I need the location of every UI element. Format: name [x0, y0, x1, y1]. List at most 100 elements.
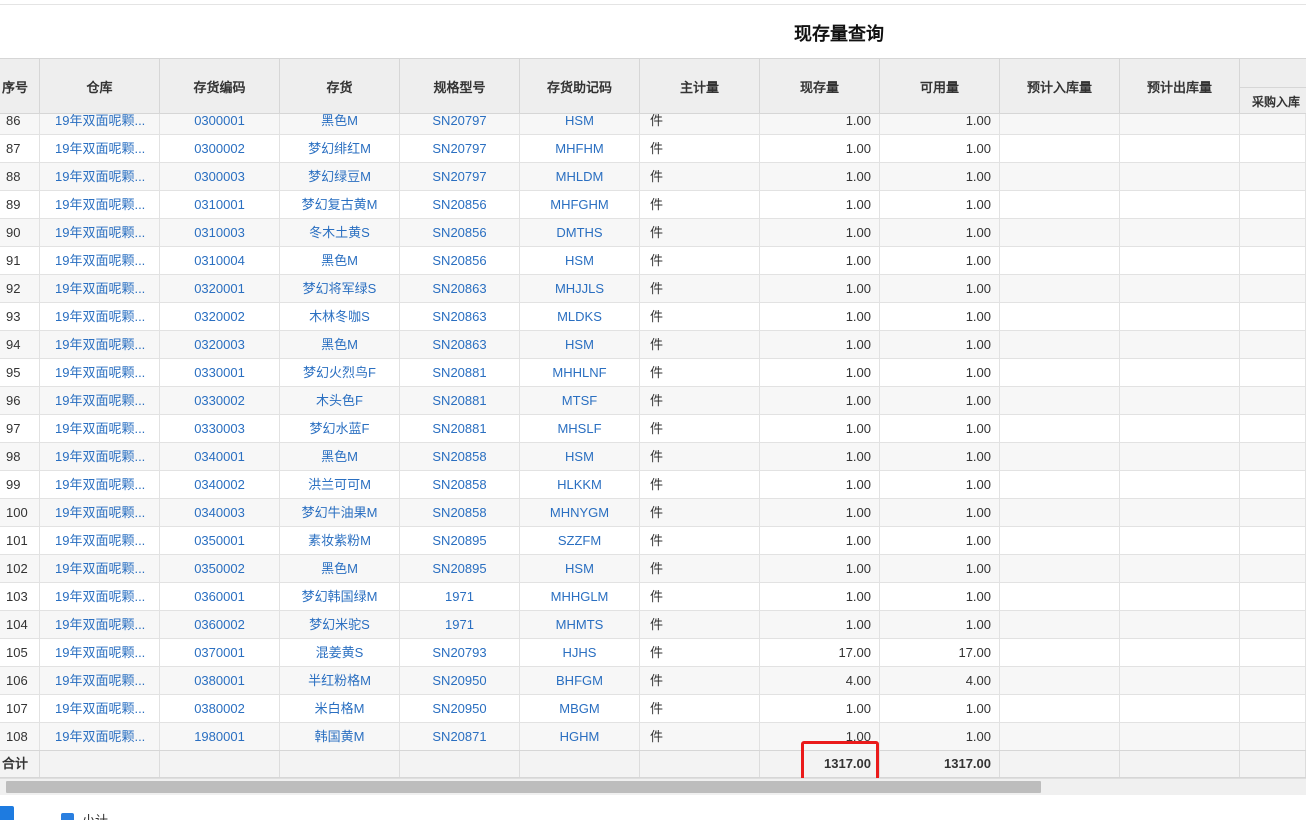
table-row[interactable]: 101 19年双面呢颗... 0350001 素妆紫粉M SN20895 SZZFM 件 1.…: [0, 527, 1306, 555]
cell-warehouse-link[interactable]: 19年双面呢颗...: [40, 275, 160, 302]
table-row[interactable]: 98 19年双面呢颗... 0340001 黑色M SN20858 HSM 件 1.00 1.0…: [0, 443, 1306, 471]
cell-warehouse-link[interactable]: 19年双面呢颗...: [40, 247, 160, 274]
cell-code-link[interactable]: 0320003: [160, 331, 280, 358]
cell-name-link[interactable]: 韩国黄M: [280, 723, 400, 750]
cell-name-link[interactable]: 梦幻绯红M: [280, 135, 400, 162]
cell-name-link[interactable]: 冬木土黄S: [280, 219, 400, 246]
col-header-on-hand[interactable]: 现存量: [760, 59, 880, 114]
cell-code-link[interactable]: 0300001: [160, 114, 280, 134]
cell-code-link[interactable]: 0360001: [160, 583, 280, 610]
col-header-available[interactable]: 可用量: [880, 59, 1000, 114]
cell-name-link[interactable]: 梦幻将军绿S: [280, 275, 400, 302]
cell-warehouse-link[interactable]: 19年双面呢颗...: [40, 191, 160, 218]
table-row[interactable]: 86 19年双面呢颗... 0300001 黑色M SN20797 HSM 件 1.00 1.0…: [0, 114, 1306, 135]
cell-name-link[interactable]: 梦幻牛油果M: [280, 499, 400, 526]
cell-name-link[interactable]: 米白格M: [280, 695, 400, 722]
table-row[interactable]: 103 19年双面呢颗... 0360001 梦幻韩国绿M 1971 MHHGLM 件 1.0…: [0, 583, 1306, 611]
table-row[interactable]: 93 19年双面呢颗... 0320002 木林冬咖S SN20863 MLDKS 件 1.0…: [0, 303, 1306, 331]
cell-warehouse-link[interactable]: 19年双面呢颗...: [40, 667, 160, 694]
cell-code-link[interactable]: 0310001: [160, 191, 280, 218]
cell-code-link[interactable]: 0340002: [160, 471, 280, 498]
col-header-expected-out[interactable]: 预计出库量: [1120, 59, 1240, 114]
cell-code-link[interactable]: 0330001: [160, 359, 280, 386]
cell-warehouse-link[interactable]: 19年双面呢颗...: [40, 415, 160, 442]
col-header-warehouse[interactable]: 仓库: [40, 59, 160, 114]
col-header-code[interactable]: 存货编码: [160, 59, 280, 114]
cell-warehouse-link[interactable]: 19年双面呢颗...: [40, 219, 160, 246]
table-row[interactable]: 100 19年双面呢颗... 0340003 梦幻牛油果M SN20858 MHNYGM 件…: [0, 499, 1306, 527]
table-row[interactable]: 95 19年双面呢颗... 0330001 梦幻火烈鸟F SN20881 MHHLNF 件 1…: [0, 359, 1306, 387]
table-row[interactable]: 106 19年双面呢颗... 0380001 半红粉格M SN20950 BHFGM 件 4.…: [0, 667, 1306, 695]
table-row[interactable]: 97 19年双面呢颗... 0330003 梦幻水蓝F SN20881 MHSLF 件 1.0…: [0, 415, 1306, 443]
table-row[interactable]: 102 19年双面呢颗... 0350002 黑色M SN20895 HSM 件 1.00 1.…: [0, 555, 1306, 583]
cell-name-link[interactable]: 黑色M: [280, 247, 400, 274]
table-row[interactable]: 91 19年双面呢颗... 0310004 黑色M SN20856 HSM 件 1.00 1.0…: [0, 247, 1306, 275]
cell-code-link[interactable]: 0360002: [160, 611, 280, 638]
cell-name-link[interactable]: 木头色F: [280, 387, 400, 414]
table-row[interactable]: 99 19年双面呢颗... 0340002 洪兰可可M SN20858 HLKKM 件 1.0…: [0, 471, 1306, 499]
col-header-unit[interactable]: 主计量: [640, 59, 760, 114]
cell-warehouse-link[interactable]: 19年双面呢颗...: [40, 499, 160, 526]
cell-code-link[interactable]: 0350002: [160, 555, 280, 582]
col-header-expected-in[interactable]: 预计入库量: [1000, 59, 1120, 114]
cell-code-link[interactable]: 0310004: [160, 247, 280, 274]
col-header-mnemonic[interactable]: 存货助记码: [520, 59, 640, 114]
table-row[interactable]: 88 19年双面呢颗... 0300003 梦幻绿豆M SN20797 MHLDM 件 1.0…: [0, 163, 1306, 191]
cell-warehouse-link[interactable]: 19年双面呢颗...: [40, 611, 160, 638]
cell-code-link[interactable]: 0320002: [160, 303, 280, 330]
cell-name-link[interactable]: 黑色M: [280, 114, 400, 134]
table-row[interactable]: 104 19年双面呢颗... 0360002 梦幻米驼S 1971 MHMTS 件 1.00 1…: [0, 611, 1306, 639]
cell-name-link[interactable]: 梦幻火烈鸟F: [280, 359, 400, 386]
cell-warehouse-link[interactable]: 19年双面呢颗...: [40, 695, 160, 722]
cell-code-link[interactable]: 0380002: [160, 695, 280, 722]
cell-warehouse-link[interactable]: 19年双面呢颗...: [40, 331, 160, 358]
cell-warehouse-link[interactable]: 19年双面呢颗...: [40, 387, 160, 414]
cell-code-link[interactable]: 1980001: [160, 723, 280, 750]
cell-name-link[interactable]: 梦幻水蓝F: [280, 415, 400, 442]
cell-warehouse-link[interactable]: 19年双面呢颗...: [40, 583, 160, 610]
cell-warehouse-link[interactable]: 19年双面呢颗...: [40, 163, 160, 190]
cell-name-link[interactable]: 黑色M: [280, 331, 400, 358]
cell-name-link[interactable]: 黑色M: [280, 443, 400, 470]
cell-code-link[interactable]: 0350001: [160, 527, 280, 554]
table-row[interactable]: 92 19年双面呢颗... 0320001 梦幻将军绿S SN20863 MHJJLS 件 1…: [0, 275, 1306, 303]
table-row[interactable]: 105 19年双面呢颗... 0370001 混姜黄S SN20793 HJHS 件 17.0…: [0, 639, 1306, 667]
cell-warehouse-link[interactable]: 19年双面呢颗...: [40, 527, 160, 554]
cell-name-link[interactable]: 梦幻韩国绿M: [280, 583, 400, 610]
col-header-name[interactable]: 存货: [280, 59, 400, 114]
cell-warehouse-link[interactable]: 19年双面呢颗...: [40, 723, 160, 750]
cell-name-link[interactable]: 半红粉格M: [280, 667, 400, 694]
cell-warehouse-link[interactable]: 19年双面呢颗...: [40, 114, 160, 134]
cell-name-link[interactable]: 木林冬咖S: [280, 303, 400, 330]
subtotal-checkbox[interactable]: [61, 813, 74, 820]
cell-warehouse-link[interactable]: 19年双面呢颗...: [40, 359, 160, 386]
table-row[interactable]: 96 19年双面呢颗... 0330002 木头色F SN20881 MTSF 件 1.00 1…: [0, 387, 1306, 415]
cell-code-link[interactable]: 0340001: [160, 443, 280, 470]
cell-warehouse-link[interactable]: 19年双面呢颗...: [40, 303, 160, 330]
cell-code-link[interactable]: 0320001: [160, 275, 280, 302]
cell-code-link[interactable]: 0340003: [160, 499, 280, 526]
table-row[interactable]: 89 19年双面呢颗... 0310001 梦幻复古黄M SN20856 MHFGHM 件 1…: [0, 191, 1306, 219]
table-row[interactable]: 94 19年双面呢颗... 0320003 黑色M SN20863 HSM 件 1.00 1.0…: [0, 331, 1306, 359]
col-header-purchase-in[interactable]: 采购入库: [1240, 87, 1306, 114]
table-row[interactable]: 90 19年双面呢颗... 0310003 冬木土黄S SN20856 DMTHS 件 1.0…: [0, 219, 1306, 247]
table-row[interactable]: 107 19年双面呢颗... 0380002 米白格M SN20950 MBGM 件 1.00…: [0, 695, 1306, 723]
horizontal-scrollbar[interactable]: [0, 778, 1306, 795]
cell-warehouse-link[interactable]: 19年双面呢颗...: [40, 443, 160, 470]
cell-name-link[interactable]: 素妆紫粉M: [280, 527, 400, 554]
cell-code-link[interactable]: 0310003: [160, 219, 280, 246]
cell-code-link[interactable]: 0380001: [160, 667, 280, 694]
scrollbar-thumb[interactable]: [6, 781, 1041, 793]
cell-name-link[interactable]: 梦幻米驼S: [280, 611, 400, 638]
bottom-action-button[interactable]: [0, 806, 14, 820]
cell-warehouse-link[interactable]: 19年双面呢颗...: [40, 135, 160, 162]
cell-warehouse-link[interactable]: 19年双面呢颗...: [40, 555, 160, 582]
col-header-spec[interactable]: 规格型号: [400, 59, 520, 114]
table-row[interactable]: 108 19年双面呢颗... 1980001 韩国黄M SN20871 HGHM 件 1.00…: [0, 723, 1306, 750]
cell-code-link[interactable]: 0370001: [160, 639, 280, 666]
cell-name-link[interactable]: 梦幻复古黄M: [280, 191, 400, 218]
cell-name-link[interactable]: 混姜黄S: [280, 639, 400, 666]
cell-name-link[interactable]: 黑色M: [280, 555, 400, 582]
cell-code-link[interactable]: 0330003: [160, 415, 280, 442]
table-row[interactable]: 87 19年双面呢颗... 0300002 梦幻绯红M SN20797 MHFHM 件 1.0…: [0, 135, 1306, 163]
